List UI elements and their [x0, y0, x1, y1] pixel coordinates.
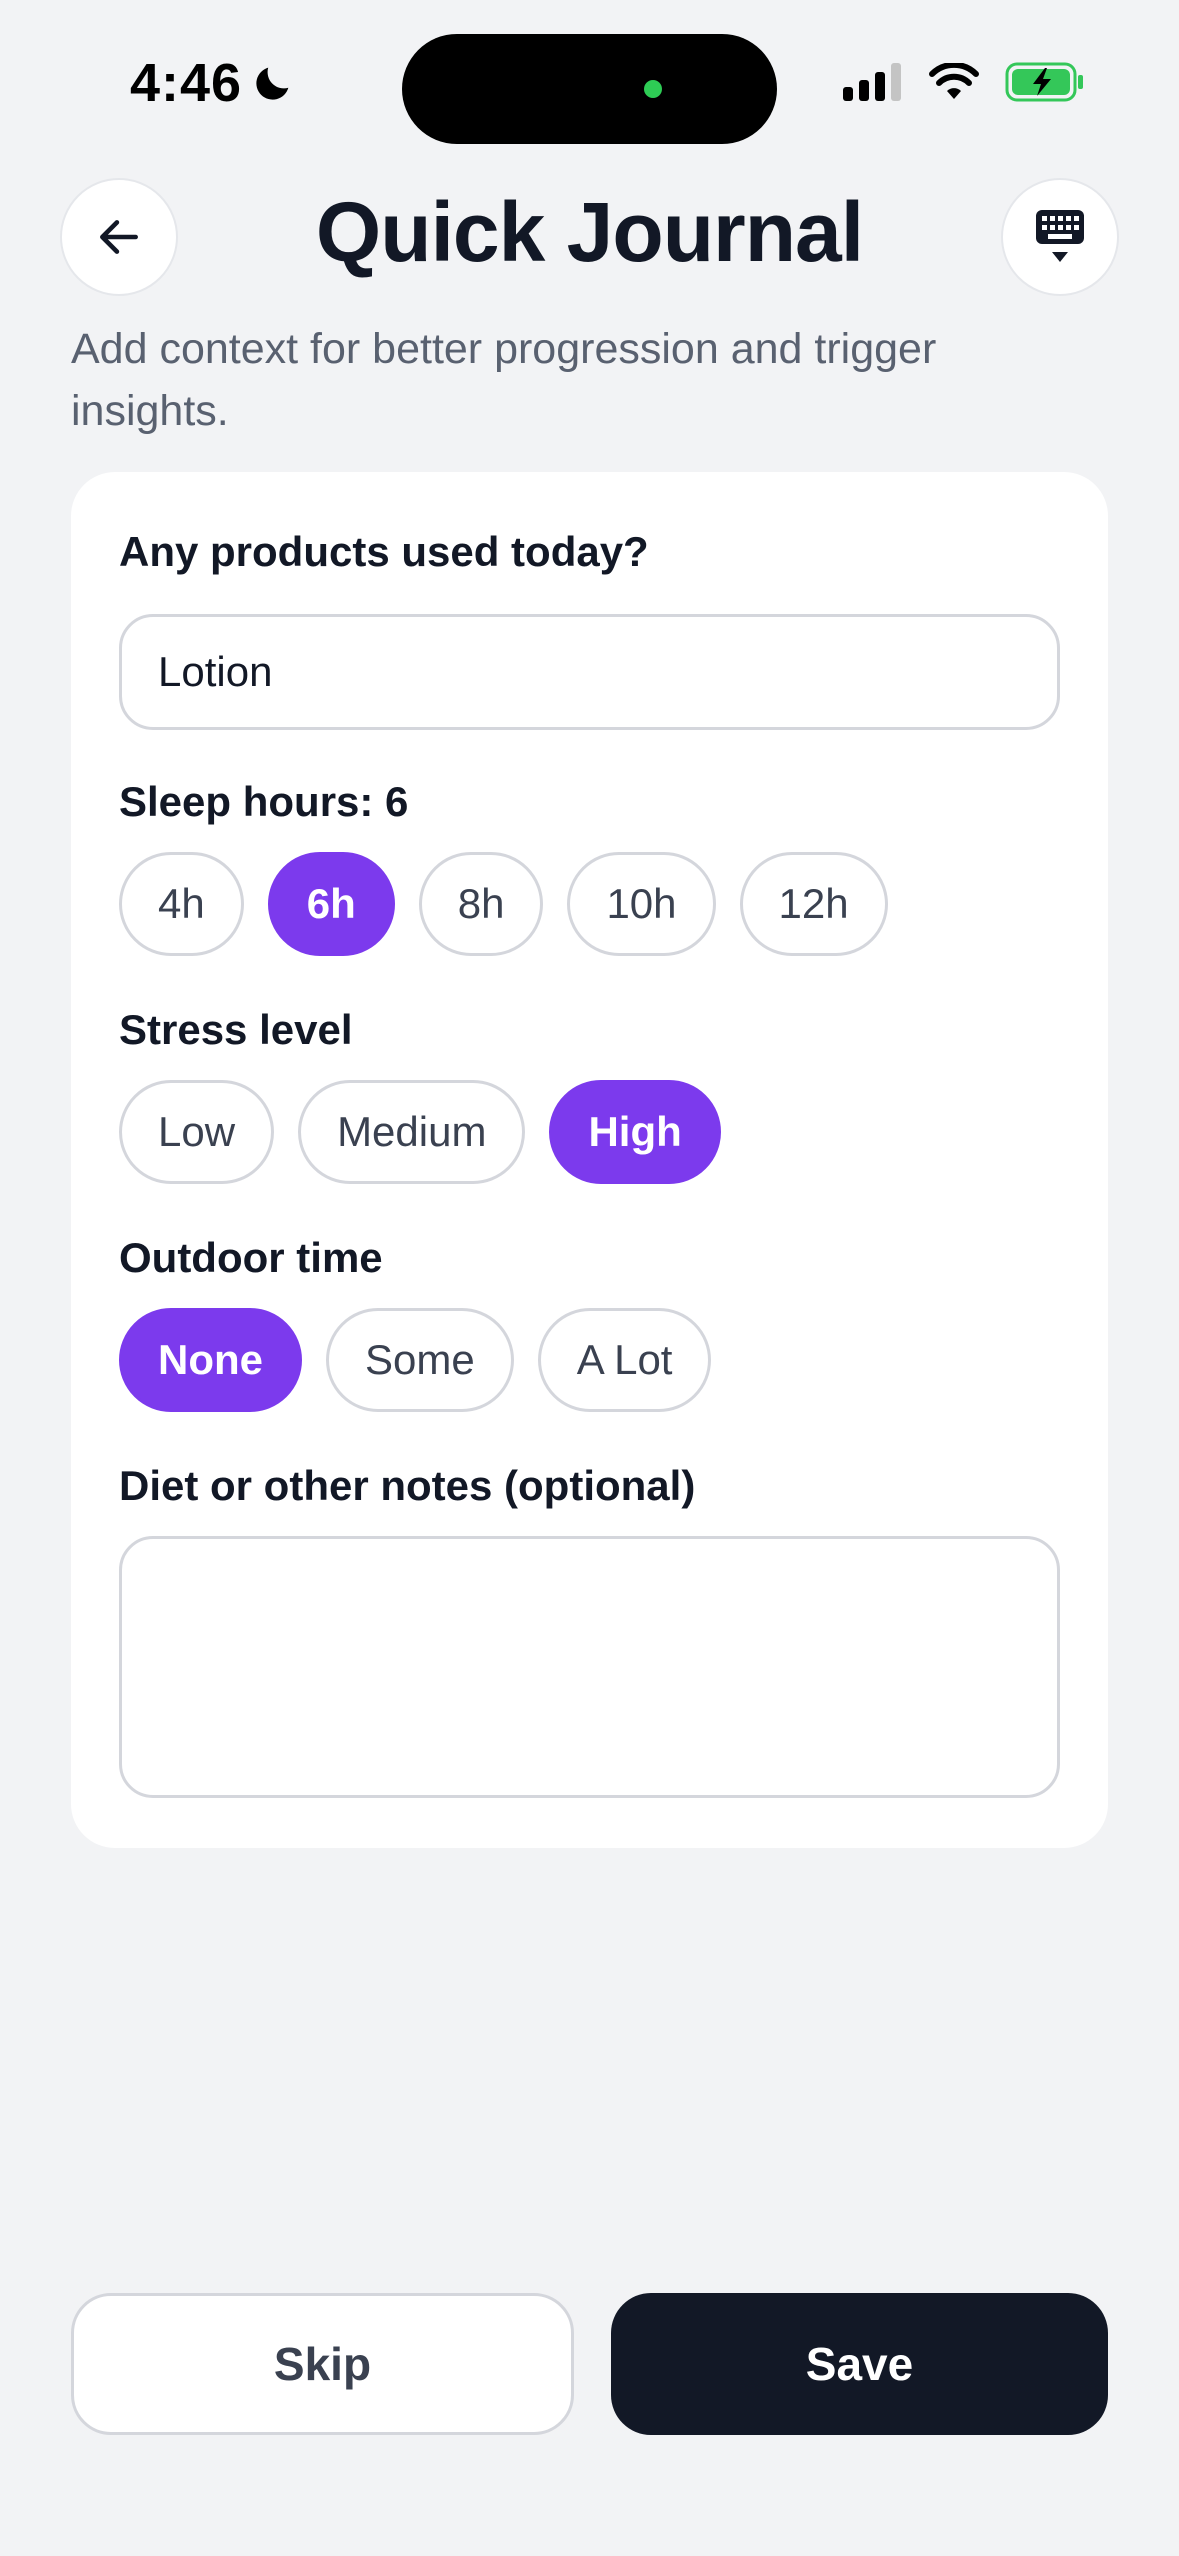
outdoor-option-chip[interactable]: None: [119, 1308, 302, 1412]
stress-option-chip[interactable]: High: [549, 1080, 721, 1184]
stress-level-options: Low Medium High: [119, 1080, 721, 1184]
quick-journal-screen: 4:46 Quick Journal Add context for bette…: [0, 0, 1179, 2556]
skip-button[interactable]: Skip: [71, 2293, 574, 2435]
moon-icon: [256, 67, 289, 100]
keyboard-dismiss-button[interactable]: [1001, 178, 1119, 296]
sleep-hours-options: 4h 6h 8h 10h 12h: [119, 852, 888, 956]
outdoor-time-options: None Some A Lot: [119, 1308, 712, 1412]
sleep-option-chip[interactable]: 8h: [418, 852, 544, 956]
products-label: Any products used today?: [119, 528, 649, 575]
outdoor-option-chip[interactable]: A Lot: [537, 1308, 712, 1412]
sleep-option-chip[interactable]: 12h: [739, 852, 888, 956]
status-time-text: 4:46: [130, 53, 243, 113]
stress-option-chip[interactable]: Medium: [298, 1080, 526, 1184]
stress-level-label: Stress level: [119, 1006, 353, 1053]
battery-charging-icon: [1005, 62, 1083, 102]
outdoor-time-label: Outdoor time: [119, 1234, 383, 1281]
dynamic-island: [402, 34, 777, 144]
page-subtitle: Add context for better progression and t…: [71, 325, 937, 435]
status-bar-icons: [843, 62, 1085, 102]
sleep-option-chip[interactable]: 6h: [267, 852, 395, 956]
products-input[interactable]: [119, 614, 1060, 730]
cellular-signal-icon: [843, 63, 901, 101]
status-bar-time: 4:46: [130, 52, 296, 114]
sleep-option-chip[interactable]: 4h: [119, 852, 244, 956]
wifi-icon: [929, 63, 979, 99]
journal-form-card: Any products used today? Sleep hours: 6 …: [71, 472, 1108, 1848]
save-button[interactable]: Save: [611, 2293, 1108, 2435]
notes-textarea[interactable]: [119, 1536, 1060, 1798]
sleep-option-chip[interactable]: 10h: [567, 852, 716, 956]
notes-label: Diet or other notes (optional): [119, 1462, 696, 1509]
outdoor-option-chip[interactable]: Some: [326, 1308, 514, 1412]
stress-option-chip[interactable]: Low: [119, 1080, 275, 1184]
camera-indicator-dot: [644, 80, 662, 98]
keyboard-dismiss-icon: [1036, 210, 1084, 262]
sleep-hours-label: Sleep hours: 6: [119, 778, 409, 825]
